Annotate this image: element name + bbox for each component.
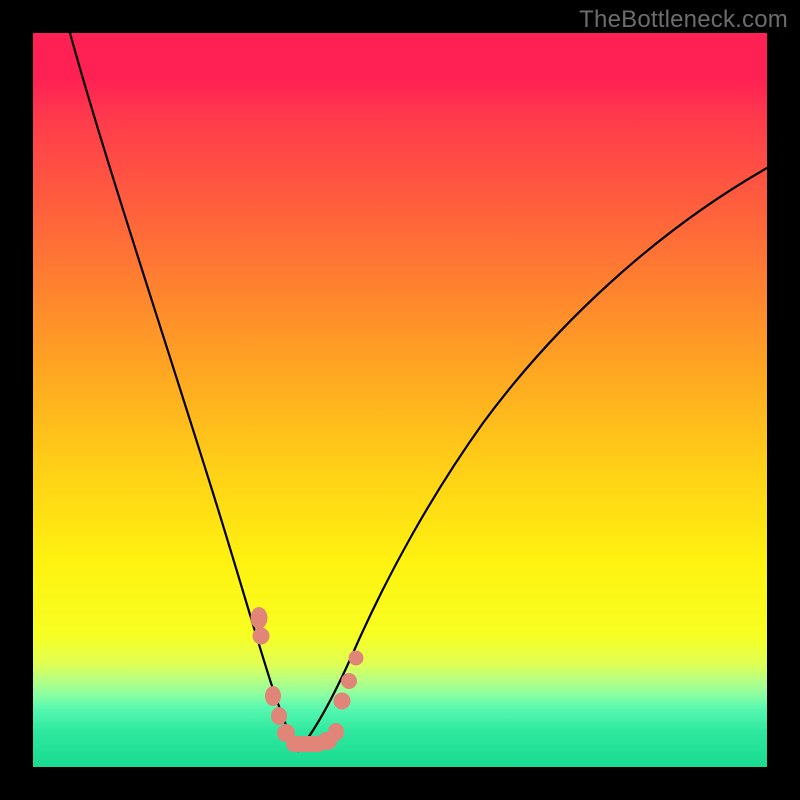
marker-dot <box>265 686 281 706</box>
plot-area <box>33 33 767 767</box>
chart-svg <box>33 33 767 767</box>
marker-dot <box>328 723 344 741</box>
curve-right <box>298 168 767 751</box>
marker-dot <box>271 707 287 725</box>
watermark-text: TheBottleneck.com <box>579 6 788 34</box>
marker-dot <box>334 693 350 709</box>
chart-frame: TheBottleneck.com <box>0 0 800 800</box>
marker-group <box>251 607 364 752</box>
marker-dot <box>253 628 269 644</box>
marker-dot <box>251 607 268 629</box>
marker-dot <box>342 674 357 689</box>
marker-dot <box>349 651 363 665</box>
